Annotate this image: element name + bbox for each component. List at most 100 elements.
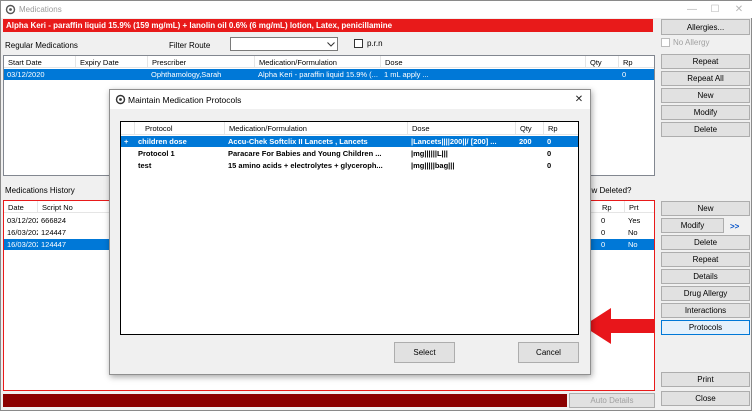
- table-cell: 0: [601, 240, 606, 249]
- no-allergy-checkbox[interactable]: [661, 38, 670, 47]
- prn-label: p.r.n: [367, 39, 383, 48]
- regular-medications-title: Regular Medications: [5, 41, 78, 50]
- row-marker: [121, 160, 135, 171]
- row-marker: +: [124, 137, 129, 146]
- table-cell: Paracare For Babies and Young Children .…: [228, 149, 382, 158]
- repeat-all-button[interactable]: Repeat All: [661, 71, 750, 86]
- minimize-icon[interactable]: —: [681, 1, 703, 18]
- row-marker: [121, 148, 135, 159]
- table-cell: test: [138, 161, 152, 170]
- table-cell: 200: [519, 137, 532, 146]
- column-header[interactable]: Dose: [381, 56, 586, 68]
- table-row[interactable]: Protocol 1 Paracare For Babies and Young…: [121, 148, 578, 159]
- table-cell: [516, 160, 544, 171]
- filter-route-label: Filter Route: [169, 41, 211, 50]
- table-cell: |mg||||||L|||: [411, 149, 448, 158]
- column-header[interactable]: Prescriber: [148, 56, 255, 68]
- app-icon: [115, 94, 126, 105]
- close-dialog-icon[interactable]: ✕: [568, 91, 590, 108]
- drug-allergy-button[interactable]: Drug Allergy: [661, 286, 750, 301]
- new-regular-button[interactable]: New: [661, 88, 750, 103]
- table-cell: No: [628, 228, 638, 237]
- title-bar: Medications — ☐ ✕: [1, 1, 752, 18]
- column-header[interactable]: Expiry Date: [76, 56, 148, 68]
- table-cell: 124447: [41, 228, 67, 237]
- table-cell: 15 amino acids + electrolytes + glycerop…: [228, 161, 383, 170]
- table-row[interactable]: test 15 amino acids + electrolytes + gly…: [121, 160, 578, 171]
- column-header: [121, 122, 135, 135]
- table-cell: [516, 148, 544, 159]
- column-header[interactable]: Rp: [544, 122, 578, 135]
- table-cell: 1 mL apply ...: [384, 70, 429, 79]
- history-status-bar: [3, 394, 567, 407]
- pointer-arrow-icon: [583, 308, 654, 344]
- details-button[interactable]: Details: [661, 269, 750, 284]
- medications-history-title: Medications History: [5, 186, 75, 195]
- close-window-icon[interactable]: ✕: [728, 1, 750, 18]
- table-cell: 124447: [41, 240, 67, 249]
- chevron-down-icon: [327, 42, 335, 47]
- app-icon: [5, 4, 16, 15]
- medications-window: Medications — ☐ ✕ Alpha Keri - paraffin …: [0, 0, 752, 411]
- column-header[interactable]: Qty: [516, 122, 544, 135]
- table-cell: 0: [547, 149, 552, 158]
- delete-regular-button[interactable]: Delete: [661, 122, 750, 137]
- table-cell: 0: [601, 228, 606, 237]
- table-cell: 03/12/2020: [7, 70, 45, 79]
- table-cell: |Lancets||||200||/ [200] ...: [411, 137, 497, 146]
- maximize-icon[interactable]: ☐: [704, 1, 726, 18]
- column-header[interactable]: Dose: [408, 122, 516, 135]
- table-cell: Ophthamology,Sarah: [151, 70, 222, 79]
- table-cell: 0: [547, 137, 552, 146]
- column-header[interactable]: Rp: [619, 56, 654, 68]
- dialog-title-bar: Maintain Medication Protocols ✕: [110, 90, 590, 109]
- auto-details-button[interactable]: Auto Details: [569, 393, 655, 408]
- close-button[interactable]: Close: [661, 391, 750, 406]
- allergies-button[interactable]: Allergies...: [661, 19, 750, 35]
- table-cell: 0: [622, 70, 627, 79]
- column-header[interactable]: Protocol: [135, 122, 225, 135]
- column-header[interactable]: Medication/Formulation: [225, 122, 408, 135]
- table-cell: 16/03/2021: [7, 240, 38, 249]
- repeat-button[interactable]: Repeat: [661, 54, 750, 69]
- column-header[interactable]: Rp: [598, 201, 625, 213]
- show-deleted-label: ow Deleted?: [587, 186, 632, 195]
- protocols-grid: Protocol Medication/Formulation Dose Qty…: [120, 121, 579, 335]
- table-row[interactable]: + children dose Accu-Chek Softclix II La…: [121, 136, 578, 147]
- select-button[interactable]: Select: [394, 342, 455, 363]
- modify-history-button[interactable]: Modify: [661, 218, 724, 233]
- expand-link[interactable]: >>: [730, 222, 739, 231]
- table-row[interactable]: 03/12/2020 Ophthamology,Sarah Alpha Keri…: [4, 69, 654, 80]
- protocols-grid-header: Protocol Medication/Formulation Dose Qty…: [121, 122, 578, 135]
- print-button[interactable]: Print: [661, 372, 750, 387]
- window-title: Medications: [19, 5, 62, 14]
- column-header[interactable]: Prt: [625, 201, 654, 213]
- protocols-button[interactable]: Protocols: [661, 320, 750, 335]
- table-cell: 666824: [41, 216, 67, 225]
- filter-route-select[interactable]: [230, 37, 338, 51]
- column-header[interactable]: Date: [4, 201, 38, 213]
- table-cell: Alpha Keri - paraffin liquid 15.9% (...: [258, 70, 378, 79]
- table-cell: No: [628, 240, 638, 249]
- column-header[interactable]: Start Date: [4, 56, 76, 68]
- table-cell: Protocol 1: [138, 149, 175, 158]
- column-header[interactable]: Medication/Formulation: [255, 56, 381, 68]
- table-cell: 0: [601, 216, 606, 225]
- new-history-button[interactable]: New: [661, 201, 750, 216]
- table-cell: Accu-Chek Softclix II Lancets , Lancets: [228, 137, 368, 146]
- table-cell: Yes: [628, 216, 641, 225]
- delete-history-button[interactable]: Delete: [661, 235, 750, 250]
- table-cell: [76, 69, 148, 80]
- dialog-title: Maintain Medication Protocols: [128, 95, 242, 105]
- modify-regular-button[interactable]: Modify: [661, 105, 750, 120]
- column-header[interactable]: Script No: [38, 201, 110, 213]
- repeat-history-button[interactable]: Repeat: [661, 252, 750, 267]
- interactions-button[interactable]: Interactions: [661, 303, 750, 318]
- column-header[interactable]: Qty: [586, 56, 619, 68]
- allergy-alert-bar: Alpha Keri - paraffin liquid 15.9% (159 …: [3, 19, 653, 32]
- maintain-protocols-dialog: Maintain Medication Protocols ✕ Protocol…: [109, 89, 591, 375]
- cancel-button[interactable]: Cancel: [518, 342, 579, 363]
- no-allergy-label: No Allergy: [673, 38, 710, 47]
- prn-checkbox[interactable]: [354, 39, 363, 48]
- table-cell: 16/03/2021: [7, 228, 38, 237]
